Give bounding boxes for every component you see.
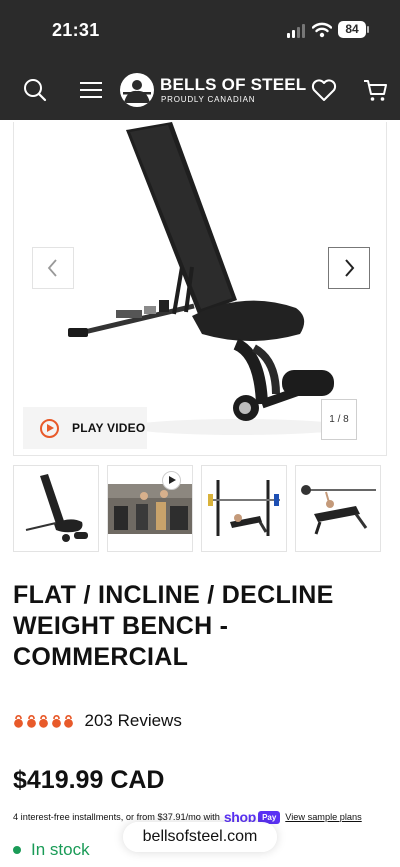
product-title-line: WEIGHT BENCH - (13, 612, 229, 640)
next-image-button[interactable] (328, 247, 370, 289)
kettlebell-icon (14, 714, 23, 728)
brand-name: BELLS OF STEEL (160, 75, 307, 94)
kettlebell-icon (39, 714, 48, 728)
search-icon[interactable] (20, 75, 50, 105)
status-bar: 21:31 84 (0, 0, 400, 60)
previous-image-button[interactable] (32, 247, 74, 289)
image-counter: 1 / 8 (321, 399, 357, 440)
thumbnail-3[interactable] (201, 465, 287, 552)
logo-badge-icon (120, 73, 154, 107)
kettlebell-icon (64, 714, 73, 728)
product-gallery: PLAY VIDEO 1 / 8 (13, 122, 387, 456)
chevron-left-icon (47, 259, 57, 277)
battery-indicator: 84 (338, 21, 369, 38)
reviews-count[interactable]: 203 Reviews (85, 711, 182, 731)
stock-status: In stock (13, 840, 90, 860)
browser-url-bar[interactable]: bellsofsteel.com (123, 822, 277, 852)
menu-icon[interactable] (76, 75, 106, 105)
view-sample-plans-link[interactable]: View sample plans (285, 812, 361, 822)
stock-status-label: In stock (31, 840, 90, 859)
chevron-right-icon (345, 259, 355, 277)
brand-logo[interactable]: BELLS OF STEEL PROUDLY CANADIAN (120, 73, 306, 109)
product-title-line: COMMERCIAL (13, 643, 189, 671)
thumbnail-1[interactable] (13, 465, 99, 552)
product-title: FLAT / INCLINE / DECLINE WEIGHT BENCH - … (13, 580, 388, 673)
play-icon (40, 418, 59, 438)
heart-icon[interactable] (309, 75, 339, 105)
status-time: 21:31 (52, 20, 100, 40)
play-video-label: PLAY VIDEO (72, 421, 146, 435)
kettlebell-icon (51, 714, 61, 728)
play-video-button[interactable]: PLAY VIDEO (23, 407, 147, 449)
thumbnail-2-video[interactable] (107, 465, 193, 552)
wifi-icon (312, 22, 332, 38)
product-price: $419.99 CAD (13, 766, 165, 794)
installments-text: 4 interest-free installments, or from $3… (13, 812, 220, 822)
thumbnail-play-icon (162, 471, 181, 490)
thumbnail-4[interactable] (295, 465, 381, 552)
rating-icons (13, 714, 76, 728)
kettlebell-icon (26, 714, 36, 728)
product-title-line: FLAT / INCLINE / DECLINE (13, 581, 334, 609)
thumbnail-strip (13, 465, 387, 553)
stock-indicator-dot (13, 846, 21, 854)
rating-summary[interactable]: 203 Reviews (13, 708, 182, 734)
signal-icon (287, 24, 307, 38)
product-image[interactable] (64, 122, 354, 447)
cart-icon[interactable] (361, 75, 391, 105)
site-header: BELLS OF STEEL PROUDLY CANADIAN (0, 60, 400, 120)
brand-tagline: PROUDLY CANADIAN (161, 95, 256, 104)
